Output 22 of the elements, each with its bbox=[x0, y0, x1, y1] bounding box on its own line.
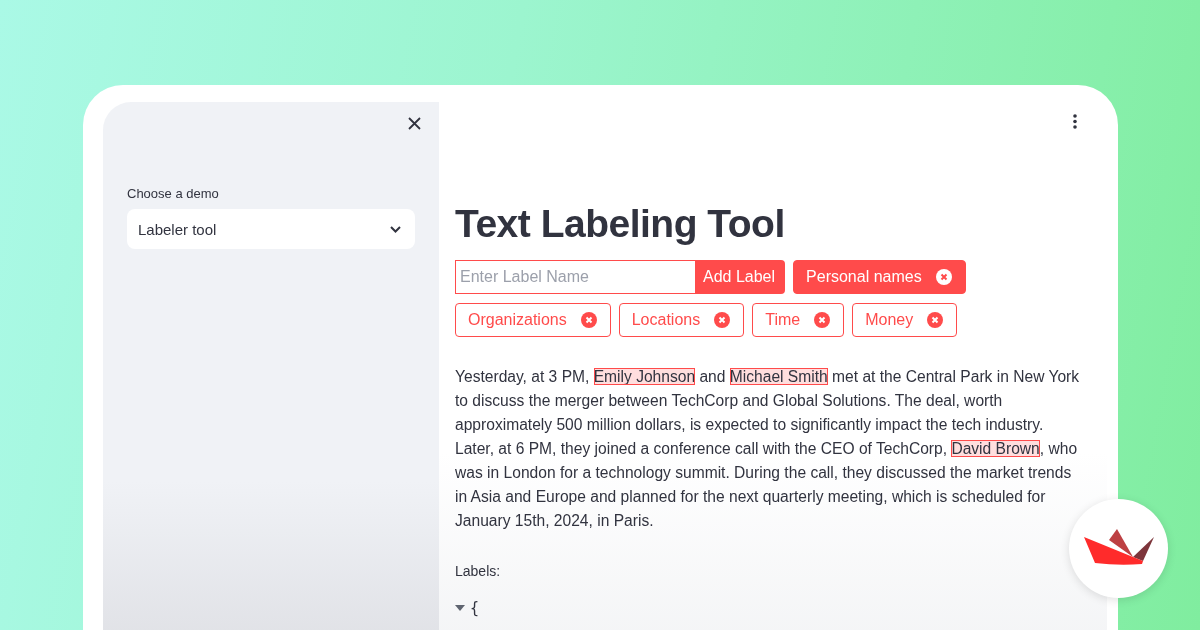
collapse-caret-icon[interactable] bbox=[455, 604, 465, 612]
more-options-icon[interactable] bbox=[1073, 114, 1077, 129]
chevron-down-icon bbox=[390, 225, 401, 233]
remove-icon[interactable] bbox=[714, 312, 731, 328]
label-chip[interactable]: Locations bbox=[618, 303, 745, 337]
remove-icon[interactable] bbox=[580, 312, 597, 328]
remove-icon[interactable] bbox=[935, 269, 952, 285]
label-chip[interactable]: Personal names bbox=[793, 260, 966, 294]
label-chip[interactable]: Money bbox=[852, 303, 958, 337]
page-title: Text Labeling Tool bbox=[455, 202, 786, 246]
label-chip[interactable]: Time bbox=[752, 303, 845, 337]
close-icon[interactable] bbox=[408, 117, 421, 130]
remove-icon[interactable] bbox=[814, 312, 831, 328]
remove-icon[interactable] bbox=[927, 312, 944, 328]
demo-select[interactable]: Labeler tool bbox=[127, 209, 415, 249]
add-label-button[interactable]: Add Label bbox=[695, 260, 786, 294]
select-label: Choose a demo bbox=[127, 186, 220, 201]
labels-caption: Labels: bbox=[455, 563, 502, 579]
json-brace: { bbox=[470, 599, 480, 617]
labeled-paragraph: Yesterday, at 3 PM, Emily Johnson and Michael Smith met at the Central Park in New York to discuss the merger between TechCorp and Global Solutions. The deal, worth approximately 500 million dollars, is expected to significantly impact the tech industry. Later, at 6 PM, they joined a conference call with the CEO of TechCorp, David Brown, who was in London for a technology summit. During the call, they discussed the market trends in Asia and Europe and planned for the next quarterly meeting, which is scheduled for January 15th, 2024, in Paris. bbox=[455, 367, 1081, 531]
label-name-input[interactable]: Enter Label Name bbox=[455, 260, 695, 294]
label-chip[interactable]: Organizations bbox=[455, 303, 611, 337]
